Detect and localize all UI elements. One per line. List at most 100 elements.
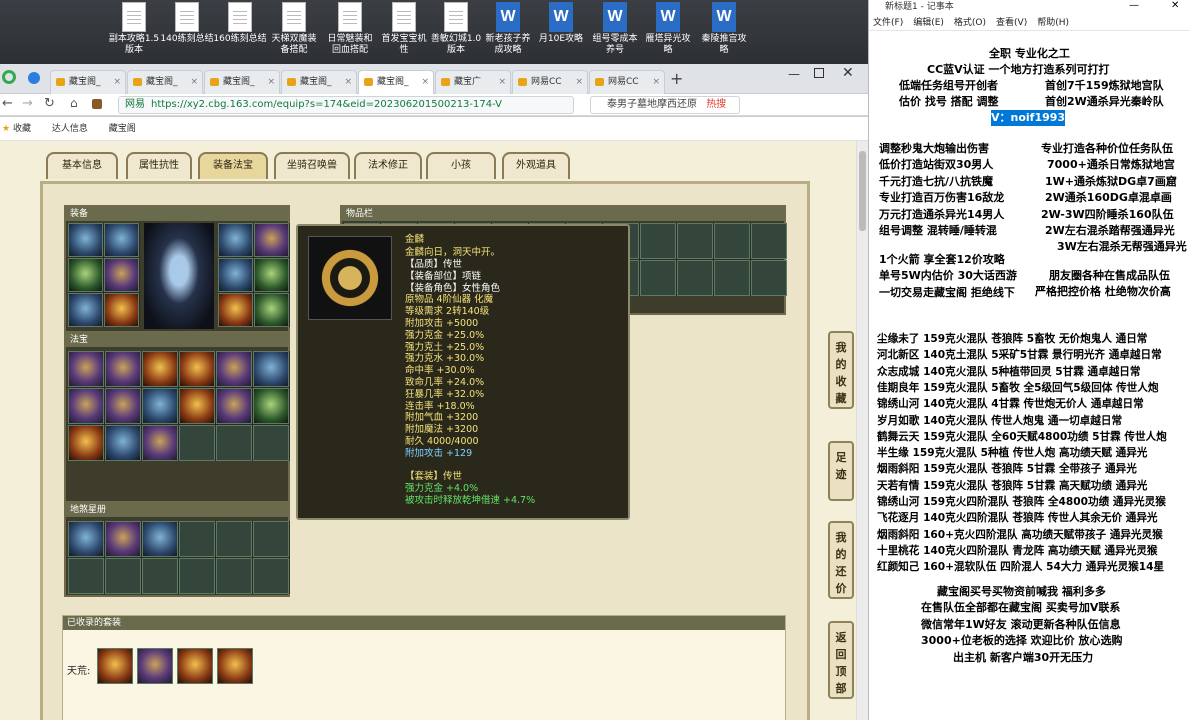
empty-slot[interactable]: [253, 425, 289, 461]
item-slot[interactable]: [104, 293, 139, 327]
item-slot[interactable]: [105, 388, 141, 424]
game-tab[interactable]: 外观道具: [502, 152, 570, 179]
empty-slot[interactable]: [751, 223, 787, 259]
browser-tab[interactable]: 网易CC ×: [589, 70, 665, 94]
empty-slot[interactable]: [68, 558, 104, 594]
browser-tab[interactable]: 网易CC ×: [512, 70, 588, 94]
notepad-menu-item[interactable]: 查看(V): [996, 18, 1027, 28]
item-slot[interactable]: [68, 258, 103, 292]
item-slot[interactable]: [142, 521, 178, 557]
item-slot[interactable]: [68, 293, 103, 327]
empty-slot[interactable]: [179, 521, 215, 557]
item-slot[interactable]: [253, 351, 289, 387]
side-button[interactable]: 足迹: [828, 441, 854, 501]
close-icon[interactable]: ×: [498, 71, 506, 93]
suit-item[interactable]: [217, 648, 253, 684]
desktop-icon[interactable]: 善敏幻城1.0 版本: [428, 0, 484, 56]
desktop-icon[interactable]: W 新老孩子养 成攻略: [480, 0, 536, 56]
forward-icon[interactable]: →: [22, 96, 33, 111]
item-slot[interactable]: [142, 388, 178, 424]
bookmark-cbg[interactable]: 藏宝阁: [109, 124, 136, 134]
side-button[interactable]: 返回顶部: [828, 621, 854, 699]
side-button[interactable]: 我的还价: [828, 521, 854, 599]
desktop-icon[interactable]: 日常魅装和 回血搭配: [322, 0, 378, 56]
close-icon[interactable]: ×: [652, 71, 660, 93]
item-slot[interactable]: [68, 521, 104, 557]
refresh-icon[interactable]: ↻: [44, 96, 55, 111]
empty-slot[interactable]: [677, 223, 713, 259]
url-input[interactable]: 网易 https://xy2.cbg.163.com/equip?s=174&ei…: [118, 96, 574, 114]
empty-slot[interactable]: [179, 425, 215, 461]
item-slot[interactable]: [105, 351, 141, 387]
desktop-icon[interactable]: 140练刻总结: [159, 0, 215, 45]
item-slot[interactable]: [253, 388, 289, 424]
close-icon[interactable]: ×: [190, 71, 198, 93]
shield-icon[interactable]: [28, 72, 40, 84]
maximize-button[interactable]: [814, 68, 824, 78]
browser-tab[interactable]: 藏宝阁_ ×: [281, 70, 357, 94]
browser-tab[interactable]: 藏宝广 ×: [435, 70, 511, 94]
empty-slot[interactable]: [714, 260, 750, 296]
notepad-menu-item[interactable]: 格式(O): [954, 18, 986, 28]
empty-slot[interactable]: [714, 223, 750, 259]
empty-slot[interactable]: [216, 558, 252, 594]
empty-slot[interactable]: [751, 260, 787, 296]
desktop-icon[interactable]: W 秦陵推宫攻略: [696, 0, 752, 56]
item-slot[interactable]: [216, 351, 252, 387]
bookmark-daren[interactable]: 达人信息: [52, 124, 88, 134]
empty-slot[interactable]: [216, 425, 252, 461]
game-tab[interactable]: 装备法宝: [198, 152, 268, 179]
side-button[interactable]: 我的收藏: [828, 331, 854, 409]
browser-tab[interactable]: 藏宝阁_ ×: [50, 70, 126, 94]
close-icon[interactable]: ×: [575, 71, 583, 93]
desktop-icon[interactable]: 首发宝宝机性: [376, 0, 432, 56]
item-slot[interactable]: [68, 351, 104, 387]
suit-item[interactable]: [137, 648, 173, 684]
empty-slot[interactable]: [640, 260, 676, 296]
item-slot[interactable]: [218, 223, 253, 257]
item-slot[interactable]: [254, 293, 289, 327]
close-icon[interactable]: ×: [113, 71, 121, 93]
item-slot[interactable]: [218, 293, 253, 327]
empty-slot[interactable]: [253, 558, 289, 594]
close-icon[interactable]: ×: [421, 71, 429, 93]
page-scrollbar[interactable]: [856, 141, 868, 720]
desktop-icon[interactable]: W 雁塔异光攻略: [640, 0, 696, 56]
browser-tab[interactable]: 藏宝阁_ ×: [127, 70, 203, 94]
empty-slot[interactable]: [640, 223, 676, 259]
desktop-icon[interactable]: 天梯双魔装 备搭配: [266, 0, 322, 56]
item-slot[interactable]: [104, 223, 139, 257]
empty-slot[interactable]: [142, 558, 178, 594]
suit-item[interactable]: [177, 648, 213, 684]
item-slot[interactable]: [218, 258, 253, 292]
browser-tab[interactable]: 藏宝阁_ ×: [358, 70, 434, 95]
item-slot[interactable]: [68, 223, 103, 257]
browser-tab[interactable]: 藏宝阁_ ×: [204, 70, 280, 94]
game-tab[interactable]: 基本信息: [46, 152, 118, 179]
home-icon[interactable]: ⌂: [70, 96, 78, 110]
suit-item[interactable]: [97, 648, 133, 684]
item-slot[interactable]: [142, 425, 178, 461]
close-window-button[interactable]: ✕: [842, 65, 854, 81]
close-icon[interactable]: ×: [267, 71, 275, 93]
notepad-menu-item[interactable]: 编辑(E): [913, 18, 944, 28]
notepad-menu-item[interactable]: 文件(F): [873, 18, 903, 28]
item-slot[interactable]: [105, 521, 141, 557]
bookmark-favorites[interactable]: 收藏: [13, 124, 31, 134]
notepad-minimize-button[interactable]: —: [1129, 0, 1139, 11]
desktop-icon[interactable]: W 月10E攻略: [533, 0, 589, 45]
item-slot[interactable]: [179, 388, 215, 424]
close-icon[interactable]: ×: [344, 71, 352, 93]
item-slot[interactable]: [142, 351, 178, 387]
item-slot[interactable]: [68, 388, 104, 424]
empty-slot[interactable]: [105, 558, 141, 594]
item-slot[interactable]: [216, 388, 252, 424]
item-slot[interactable]: [105, 425, 141, 461]
desktop-icon[interactable]: 160练刻总结: [212, 0, 268, 45]
empty-slot[interactable]: [253, 521, 289, 557]
notepad-menu-item[interactable]: 帮助(H): [1037, 18, 1069, 28]
item-slot[interactable]: [104, 258, 139, 292]
back-icon[interactable]: ←: [2, 96, 13, 111]
minimize-button[interactable]: —: [788, 67, 800, 81]
desktop-icon[interactable]: 副本攻略1.5 版本: [106, 0, 162, 56]
